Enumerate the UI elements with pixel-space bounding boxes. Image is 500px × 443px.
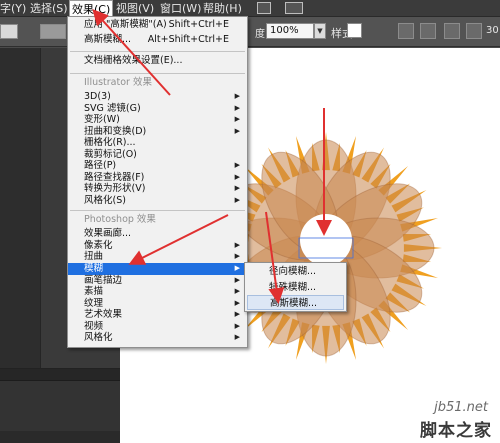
submenu-smart-blur[interactable]: 特殊模糊...	[247, 280, 344, 295]
menu-last-effect[interactable]: 高斯模糊... Alt+Shift+Ctrl+E	[68, 34, 247, 46]
submenu-radial-blur[interactable]: 径向模糊...	[247, 264, 344, 279]
fill-dropdown[interactable]	[0, 24, 18, 39]
bridge-icon[interactable]	[257, 2, 271, 14]
menu-convert-to-shape[interactable]: 转换为形状(V) ▶	[68, 183, 247, 195]
menu-crop-marks[interactable]: 裁剪标记(O)	[68, 149, 247, 161]
menu-blur[interactable]: 模糊 ▶	[68, 263, 247, 275]
bottom-panel	[0, 368, 120, 443]
menu-pixelate[interactable]: 像素化 ▶	[68, 240, 247, 252]
panel-status-bar	[0, 431, 120, 443]
separator	[70, 73, 245, 74]
panel-menu-icon[interactable]	[466, 23, 482, 39]
chevron-down-icon[interactable]: ▼	[314, 23, 326, 39]
menu-apply-last-effect[interactable]: 应用 "高斯模糊"(A) Shift+Ctrl+E	[68, 19, 247, 31]
ctrl-partial-value: 30	[486, 25, 499, 36]
submenu-gaussian-blur[interactable]: 高斯模糊...	[247, 295, 344, 310]
menu-window[interactable]: 窗口(W)	[158, 0, 203, 17]
transform-icon[interactable]	[420, 23, 436, 39]
menu-video[interactable]: 视频 ▶	[68, 321, 247, 333]
menu-artistic[interactable]: 艺术效果 ▶	[68, 309, 247, 321]
opacity-input[interactable]: 100%	[266, 23, 314, 39]
watermark-site: jb51.net	[434, 400, 488, 415]
menu-effect-gallery[interactable]: 效果画廊...	[68, 228, 247, 240]
menu-bar: 字(Y) 选择(S) 效果(C) 视图(V) 窗口(W) 帮助(H)	[0, 0, 500, 17]
menu-raster-settings[interactable]: 文档栅格效果设置(E)...	[68, 55, 247, 67]
menu-brush-strokes[interactable]: 画笔描边 ▶	[68, 275, 247, 287]
graphic-style-swatch[interactable]	[347, 23, 362, 38]
separator	[70, 51, 245, 52]
arrange-documents-icon[interactable]	[285, 2, 303, 14]
section-illustrator: Illustrator 效果	[84, 77, 152, 88]
menu-help[interactable]: 帮助(H)	[201, 0, 244, 17]
menu-sketch[interactable]: 素描 ▶	[68, 286, 247, 298]
menu-type[interactable]: 字(Y)	[0, 0, 28, 17]
menu-effect[interactable]: 效果(C)	[69, 0, 114, 17]
stroke-dropdown[interactable]	[40, 24, 66, 39]
watermark-name: 脚本之家	[420, 421, 492, 441]
menu-view[interactable]: 视图(V)	[114, 0, 156, 17]
align-icon[interactable]	[398, 23, 414, 39]
opacity-label: 度	[255, 29, 265, 40]
blur-submenu: 径向模糊... 特殊模糊... 高斯模糊...	[244, 262, 347, 312]
panel-header	[0, 369, 120, 381]
menu-stylize-ai[interactable]: 风格化(S) ▶	[68, 195, 247, 207]
menu-3d[interactable]: 3D(3) ▶	[68, 91, 247, 103]
menu-texture[interactable]: 纹理 ▶	[68, 298, 247, 310]
menu-distort[interactable]: 扭曲 ▶	[68, 251, 247, 263]
menu-rasterize[interactable]: 栅格化(R)...	[68, 137, 247, 149]
menu-distort-transform[interactable]: 扭曲和变换(D) ▶	[68, 126, 247, 138]
menu-path[interactable]: 路径(P) ▶	[68, 160, 247, 172]
menu-pathfinder[interactable]: 路径查找器(F) ▶	[68, 172, 247, 184]
menu-warp[interactable]: 变形(W) ▶	[68, 114, 247, 126]
menu-stylize-ps[interactable]: 风格化 ▶	[68, 332, 247, 344]
section-photoshop: Photoshop 效果	[84, 214, 156, 225]
separator	[70, 210, 245, 211]
menu-svg-filters[interactable]: SVG 滤镜(G) ▶	[68, 103, 247, 115]
menu-select[interactable]: 选择(S)	[28, 0, 70, 17]
isolate-icon[interactable]	[444, 23, 460, 39]
effect-menu: 应用 "高斯模糊"(A) Shift+Ctrl+E 高斯模糊... Alt+Shif…	[67, 16, 248, 348]
